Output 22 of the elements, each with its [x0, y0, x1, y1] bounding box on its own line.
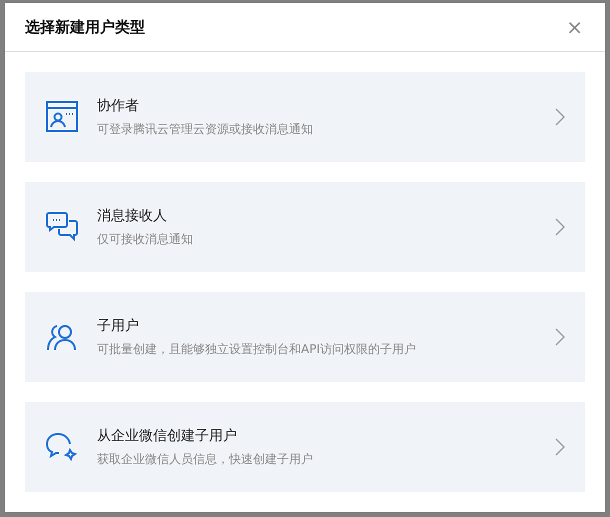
chevron-right-icon: [555, 218, 565, 236]
option-description: 可批量创建，且能够独立设置控制台和API访问权限的子用户: [97, 340, 417, 358]
dialog-title: 选择新建用户类型: [25, 18, 145, 36]
chat-bubbles-icon: [46, 211, 78, 243]
option-card[interactable]: 协作者 可登录腾讯云管理云资源或接收消息通知: [25, 72, 585, 162]
option-description: 仅可接收消息通知: [97, 230, 194, 248]
option-description: 可登录腾讯云管理云资源或接收消息通知: [97, 120, 314, 138]
option-card[interactable]: 消息接收人 仅可接收消息通知: [25, 182, 585, 272]
chevron-right-icon: [555, 108, 565, 126]
option-title: 从企业微信创建子用户: [97, 426, 238, 444]
option-title: 子用户: [97, 316, 140, 334]
option-description: 获取企业微信人员信息，快速创建子用户: [97, 450, 314, 468]
chevron-right-icon: [555, 328, 565, 346]
option-card[interactable]: 子用户 可批量创建，且能够独立设置控制台和API访问权限的子用户: [25, 292, 585, 382]
chat-sparkle-icon: [46, 432, 78, 462]
option-card[interactable]: 从企业微信创建子用户 获取企业微信人员信息，快速创建子用户: [25, 402, 585, 492]
chevron-right-icon: [555, 438, 565, 456]
users-icon: [46, 323, 78, 351]
profile-card-icon: [46, 101, 78, 133]
close-button[interactable]: ×: [564, 15, 585, 39]
option-title: 协作者: [97, 96, 140, 114]
option-title: 消息接收人: [97, 206, 168, 224]
